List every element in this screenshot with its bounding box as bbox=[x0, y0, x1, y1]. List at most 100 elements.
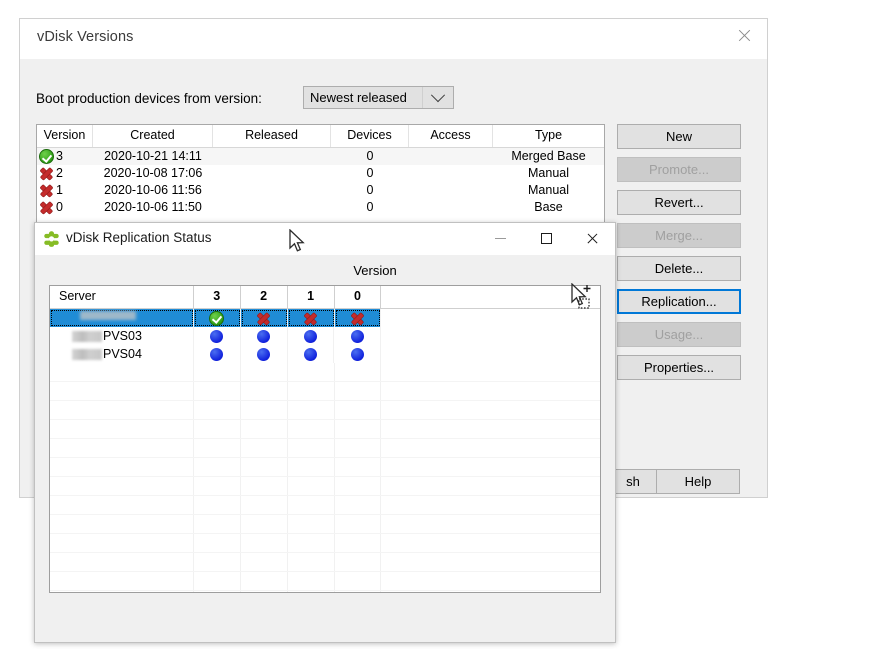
column-header-version[interactable]: Version bbox=[37, 125, 93, 147]
replication-ok-icon bbox=[209, 310, 225, 326]
screen: vDisk Versions Boot production devices f… bbox=[0, 0, 869, 649]
cell-created: 2020-10-08 17:06 bbox=[103, 166, 203, 180]
revert-button[interactable]: Revert... bbox=[617, 190, 741, 215]
table-row-empty bbox=[50, 420, 600, 439]
properties-button[interactable]: Properties... bbox=[617, 355, 741, 380]
usage-button[interactable]: Usage... bbox=[617, 322, 741, 347]
column-header-filler bbox=[381, 286, 600, 308]
version-unreleased-icon bbox=[39, 166, 54, 181]
replication-title: vDisk Replication Status bbox=[66, 230, 212, 245]
replication-close-button[interactable] bbox=[569, 223, 615, 253]
cell-devices: 0 bbox=[366, 183, 374, 197]
citrix-logo-icon bbox=[44, 231, 59, 247]
version-number: 3 bbox=[56, 149, 63, 163]
column-header-server[interactable]: Server bbox=[50, 286, 194, 308]
replication-table-header: Server 3 2 1 0 bbox=[50, 286, 600, 309]
cell-type: Base bbox=[534, 200, 563, 214]
cell-version-3 bbox=[193, 309, 241, 327]
replication-present-icon bbox=[350, 329, 364, 343]
cell-version-1 bbox=[288, 345, 335, 363]
cell-type: Merged Base bbox=[511, 149, 586, 163]
version-group-label: Version bbox=[353, 263, 397, 278]
cell-filler bbox=[381, 309, 600, 327]
server-name-text: PVS04 bbox=[103, 347, 142, 361]
version-number: 0 bbox=[56, 200, 63, 214]
replication-missing-icon bbox=[256, 311, 271, 326]
redacted-prefix bbox=[72, 348, 102, 360]
close-icon bbox=[737, 28, 752, 43]
cell-version-2 bbox=[240, 309, 288, 327]
server-name-text: PVS03 bbox=[103, 329, 142, 343]
maximize-button[interactable] bbox=[523, 223, 569, 253]
window-title: vDisk Versions bbox=[37, 29, 134, 45]
column-header-version-2[interactable]: 2 bbox=[241, 286, 288, 308]
boot-version-dropdown[interactable]: Newest released bbox=[303, 86, 454, 109]
cell-version-3 bbox=[194, 327, 241, 345]
help-button[interactable]: Help bbox=[656, 469, 740, 494]
cell-version-2 bbox=[241, 327, 288, 345]
table-row[interactable]: 2 2020-10-08 17:06 0 Manual bbox=[37, 165, 604, 182]
redacted-prefix bbox=[72, 330, 102, 342]
cell-version-2 bbox=[241, 345, 288, 363]
cell-version-0 bbox=[334, 309, 382, 327]
minimize-icon bbox=[494, 237, 506, 239]
replication-present-icon bbox=[210, 347, 224, 361]
chevron-down-icon bbox=[430, 87, 446, 102]
cell-version-3 bbox=[194, 345, 241, 363]
cell-filler bbox=[381, 345, 600, 363]
replication-missing-icon bbox=[350, 311, 365, 326]
column-header-released[interactable]: Released bbox=[213, 125, 331, 147]
table-row-empty bbox=[50, 363, 600, 382]
cell-devices: 0 bbox=[366, 149, 374, 163]
column-header-access[interactable]: Access bbox=[409, 125, 493, 147]
cell-version-1 bbox=[287, 309, 335, 327]
promote-button[interactable]: Promote... bbox=[617, 157, 741, 182]
table-row[interactable]: 0 2020-10-06 11:50 0 Base bbox=[37, 199, 604, 216]
replication-present-icon bbox=[210, 329, 224, 343]
column-header-version-1[interactable]: 1 bbox=[288, 286, 335, 308]
table-row-empty bbox=[50, 534, 600, 553]
replication-missing-icon bbox=[303, 311, 318, 326]
merge-button[interactable]: Merge... bbox=[617, 223, 741, 248]
minimize-button[interactable] bbox=[477, 223, 523, 253]
replication-table[interactable]: Server 3 2 1 0 PVS03 PVS04 bbox=[49, 285, 601, 593]
cell-type: Manual bbox=[528, 183, 569, 197]
cell-server-name: PVS03 bbox=[50, 327, 194, 345]
table-row[interactable]: PVS03 bbox=[50, 327, 600, 345]
cell-filler bbox=[381, 327, 600, 345]
table-row[interactable]: 3 2020-10-21 14:11 0 Merged Base bbox=[37, 148, 604, 165]
window-close-button[interactable] bbox=[721, 19, 767, 51]
column-header-created[interactable]: Created bbox=[93, 125, 213, 147]
table-row-empty bbox=[50, 401, 600, 420]
dropdown-arrow[interactable] bbox=[422, 87, 453, 108]
cell-created: 2020-10-21 14:11 bbox=[104, 149, 202, 163]
column-header-version-3[interactable]: 3 bbox=[194, 286, 241, 308]
boot-version-label: Boot production devices from version: bbox=[36, 91, 262, 106]
version-released-icon bbox=[39, 149, 54, 164]
cell-created: 2020-10-06 11:50 bbox=[104, 200, 202, 214]
column-header-devices[interactable]: Devices bbox=[331, 125, 409, 147]
cell-version-0 bbox=[334, 327, 382, 345]
maximize-icon bbox=[540, 232, 552, 244]
replication-present-icon bbox=[304, 347, 318, 361]
versions-table-header: Version Created Released Devices Access … bbox=[37, 125, 604, 148]
delete-button[interactable]: Delete... bbox=[617, 256, 741, 281]
table-row-empty bbox=[50, 439, 600, 458]
new-button[interactable]: New bbox=[617, 124, 741, 149]
cell-type: Manual bbox=[528, 166, 569, 180]
replication-titlebar: vDisk Replication Status bbox=[35, 223, 615, 255]
replication-present-icon bbox=[257, 329, 271, 343]
window-titlebar: vDisk Versions bbox=[20, 19, 767, 59]
column-header-version-0[interactable]: 0 bbox=[335, 286, 382, 308]
cell-devices: 0 bbox=[366, 166, 374, 180]
close-icon bbox=[586, 232, 599, 245]
replication-button[interactable]: Replication... bbox=[617, 289, 741, 314]
table-row[interactable]: PVS04 bbox=[50, 345, 600, 363]
replication-present-icon bbox=[257, 347, 271, 361]
version-unreleased-icon bbox=[39, 200, 54, 215]
table-row[interactable]: 1 2020-10-06 11:56 0 Manual bbox=[37, 182, 604, 199]
replication-present-icon bbox=[304, 329, 318, 343]
cell-version-0 bbox=[334, 345, 382, 363]
column-header-type[interactable]: Type bbox=[493, 125, 604, 147]
redacted-server-name bbox=[80, 311, 136, 320]
